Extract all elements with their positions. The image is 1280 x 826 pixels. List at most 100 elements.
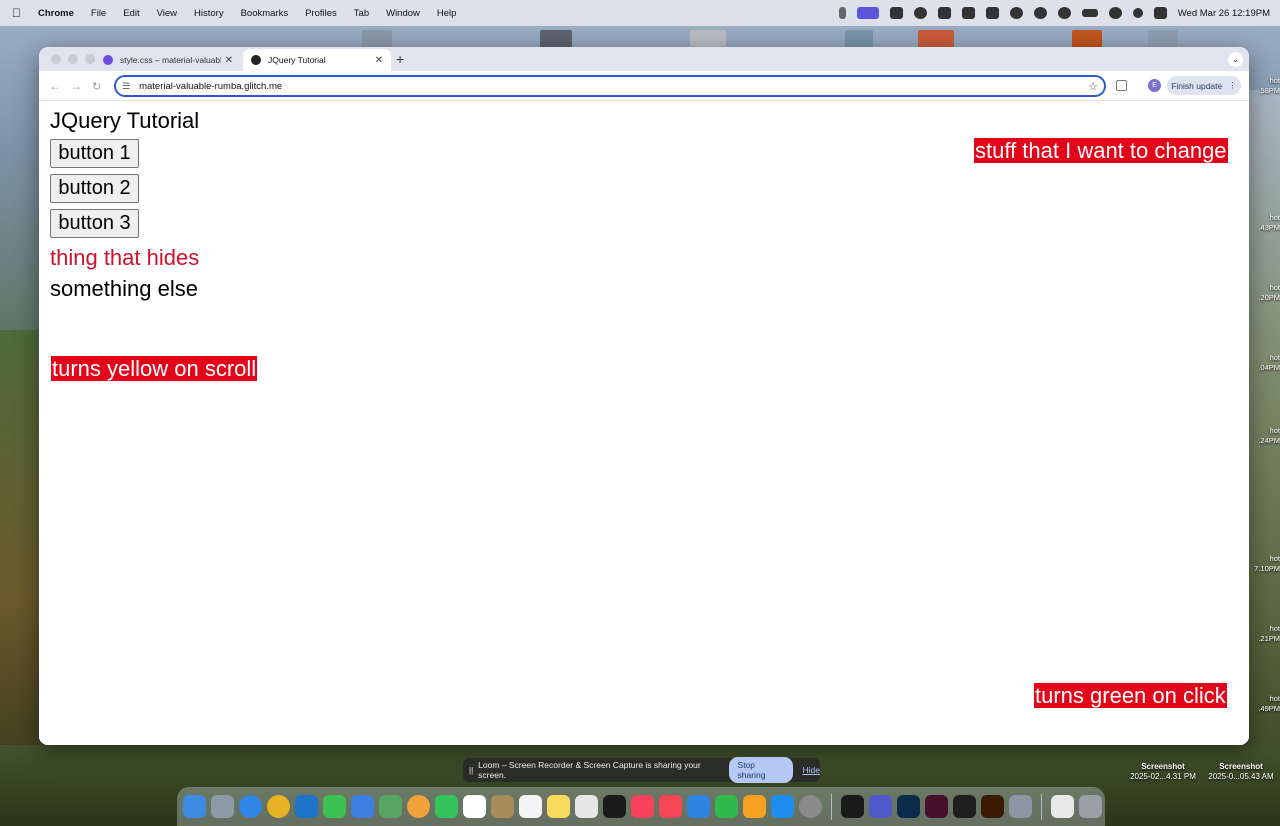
screen-share-icon[interactable] bbox=[856, 7, 879, 19]
stop-sharing-button[interactable]: Stop sharing bbox=[728, 757, 793, 783]
numbers-icon[interactable] bbox=[715, 795, 738, 818]
close-tab-icon[interactable]: ✕ bbox=[225, 55, 233, 66]
desktop-thumbnail[interactable] bbox=[362, 30, 392, 48]
desktop-thumbnail[interactable] bbox=[1148, 30, 1178, 48]
profile-avatar[interactable]: E bbox=[1148, 79, 1161, 92]
tab-search-icon[interactable]: ⌄ bbox=[1228, 52, 1243, 67]
vscode-icon[interactable] bbox=[295, 795, 318, 818]
maps-icon[interactable] bbox=[379, 795, 402, 818]
figma-icon[interactable] bbox=[953, 795, 976, 818]
desktop-thumbnail[interactable] bbox=[540, 30, 572, 48]
stage-icon[interactable] bbox=[889, 7, 903, 19]
close-tab-icon[interactable]: ✕ bbox=[375, 55, 383, 66]
desktop-file-label[interactable]: Screenshot 2025-02...4.31 PM bbox=[1126, 762, 1200, 782]
minimize-window-icon[interactable] bbox=[68, 54, 78, 64]
desktop-file-label[interactable]: hot .24PM bbox=[1258, 426, 1280, 446]
bookmark-star-icon[interactable]: ☆ bbox=[1088, 80, 1098, 93]
close-window-icon[interactable] bbox=[51, 54, 61, 64]
search-icon[interactable] bbox=[1132, 8, 1143, 18]
hide-link[interactable]: Hide bbox=[803, 765, 820, 775]
extension-icon-b[interactable] bbox=[961, 7, 975, 19]
extension-icon-e[interactable] bbox=[1033, 7, 1047, 19]
chrome-icon[interactable] bbox=[267, 795, 290, 818]
reminders-icon[interactable] bbox=[519, 795, 542, 818]
desktop-file-label[interactable]: Screenshot 2025-0...05.43 AM bbox=[1203, 762, 1279, 782]
apple-icon[interactable]:  bbox=[12, 7, 22, 19]
desktop-thumbnail[interactable] bbox=[845, 30, 873, 48]
forward-icon[interactable]: → bbox=[70, 79, 82, 93]
wifi-icon[interactable] bbox=[1108, 7, 1122, 19]
news-icon[interactable] bbox=[659, 795, 682, 818]
finder-icon[interactable] bbox=[183, 795, 206, 818]
zoom-window-icon[interactable] bbox=[85, 54, 95, 64]
indesign-icon[interactable] bbox=[925, 795, 948, 818]
menu-help[interactable]: Help bbox=[437, 8, 457, 19]
pages-icon[interactable] bbox=[743, 795, 766, 818]
button-2[interactable]: button 2 bbox=[50, 174, 139, 203]
menu-profiles[interactable]: Profiles bbox=[305, 8, 337, 19]
desktop-file-label[interactable]: hot 7.10PM bbox=[1254, 554, 1280, 574]
illustrator-icon[interactable] bbox=[981, 795, 1004, 818]
address-bar[interactable]: ☰ material-valuable-rumba.glitch.me ☆ bbox=[114, 75, 1106, 97]
back-icon[interactable]: ← bbox=[49, 79, 61, 93]
pause-icon[interactable]: || bbox=[469, 766, 473, 775]
safari-icon[interactable] bbox=[239, 795, 262, 818]
extensions-icon[interactable] bbox=[1116, 80, 1127, 91]
more-menu-icon[interactable]: ⋮ bbox=[1228, 80, 1237, 91]
site-settings-icon[interactable]: ☰ bbox=[122, 81, 130, 92]
desktop-file-label[interactable]: hot .58PM bbox=[1258, 76, 1280, 96]
microphone-icon[interactable] bbox=[838, 7, 846, 19]
cloud-icon[interactable] bbox=[913, 7, 927, 19]
mail-icon[interactable] bbox=[351, 795, 374, 818]
extension-icon-a[interactable] bbox=[937, 7, 951, 19]
freeform-icon[interactable] bbox=[575, 795, 598, 818]
click-target-text[interactable]: turns green on click bbox=[1034, 683, 1227, 708]
desktop-thumbnail[interactable] bbox=[1072, 30, 1102, 48]
desktop-thumbnail[interactable] bbox=[690, 30, 726, 48]
photos-icon[interactable] bbox=[407, 795, 430, 818]
tab-jquery-tutorial[interactable]: JQuery Tutorial ✕ bbox=[243, 49, 391, 71]
extension-icon-c[interactable] bbox=[985, 7, 999, 19]
control-center-icon[interactable] bbox=[1153, 7, 1167, 19]
menu-tab[interactable]: Tab bbox=[354, 8, 369, 19]
trash-icon[interactable] bbox=[1079, 795, 1102, 818]
play-icon[interactable] bbox=[1057, 7, 1071, 19]
menu-file[interactable]: File bbox=[91, 8, 106, 19]
desktop-file-label[interactable]: hot .43PM bbox=[1258, 213, 1280, 233]
facetime-icon[interactable] bbox=[435, 795, 458, 818]
system-settings-icon[interactable] bbox=[799, 795, 822, 818]
extension-icon-d[interactable] bbox=[1009, 7, 1023, 19]
menu-window[interactable]: Window bbox=[386, 8, 420, 19]
teams-icon[interactable] bbox=[869, 795, 892, 818]
reload-icon[interactable]: ↻ bbox=[92, 80, 101, 93]
desktop-file-label[interactable]: hot .49PM bbox=[1258, 694, 1280, 714]
documents-folder-icon[interactable] bbox=[1051, 795, 1074, 818]
menu-app-name[interactable]: Chrome bbox=[38, 8, 74, 19]
menu-history[interactable]: History bbox=[194, 8, 224, 19]
music-icon[interactable] bbox=[631, 795, 654, 818]
url-text[interactable]: material-valuable-rumba.glitch.me bbox=[139, 81, 1088, 92]
font-book-icon[interactable] bbox=[1009, 795, 1032, 818]
tab-style-css[interactable]: style.css – material-valuable ✕ bbox=[95, 49, 241, 71]
calendar-icon[interactable] bbox=[463, 795, 486, 818]
photoshop-icon[interactable] bbox=[897, 795, 920, 818]
messages-icon[interactable] bbox=[323, 795, 346, 818]
launchpad-icon[interactable] bbox=[211, 795, 234, 818]
battery-icon[interactable] bbox=[1081, 9, 1098, 17]
apple-tv-icon[interactable] bbox=[603, 795, 626, 818]
button-1[interactable]: button 1 bbox=[50, 139, 139, 168]
contacts-icon[interactable] bbox=[491, 795, 514, 818]
menu-view[interactable]: View bbox=[157, 8, 177, 19]
menu-bookmarks[interactable]: Bookmarks bbox=[241, 8, 289, 19]
desktop-file-label[interactable]: hot .21PM bbox=[1258, 624, 1280, 644]
menu-edit[interactable]: Edit bbox=[123, 8, 139, 19]
new-tab-button[interactable]: + bbox=[396, 51, 404, 67]
finish-update-button[interactable]: Finish update ⋮ bbox=[1167, 76, 1241, 95]
desktop-file-label[interactable]: hot .20PM bbox=[1258, 283, 1280, 303]
app-store-icon[interactable] bbox=[771, 795, 794, 818]
keynote-icon[interactable] bbox=[687, 795, 710, 818]
button-3[interactable]: button 3 bbox=[50, 209, 139, 238]
notes-icon[interactable] bbox=[547, 795, 570, 818]
menu-clock[interactable]: Wed Mar 26 12:19PM bbox=[1178, 8, 1270, 19]
desktop-file-label[interactable]: hot .04PM bbox=[1258, 353, 1280, 373]
